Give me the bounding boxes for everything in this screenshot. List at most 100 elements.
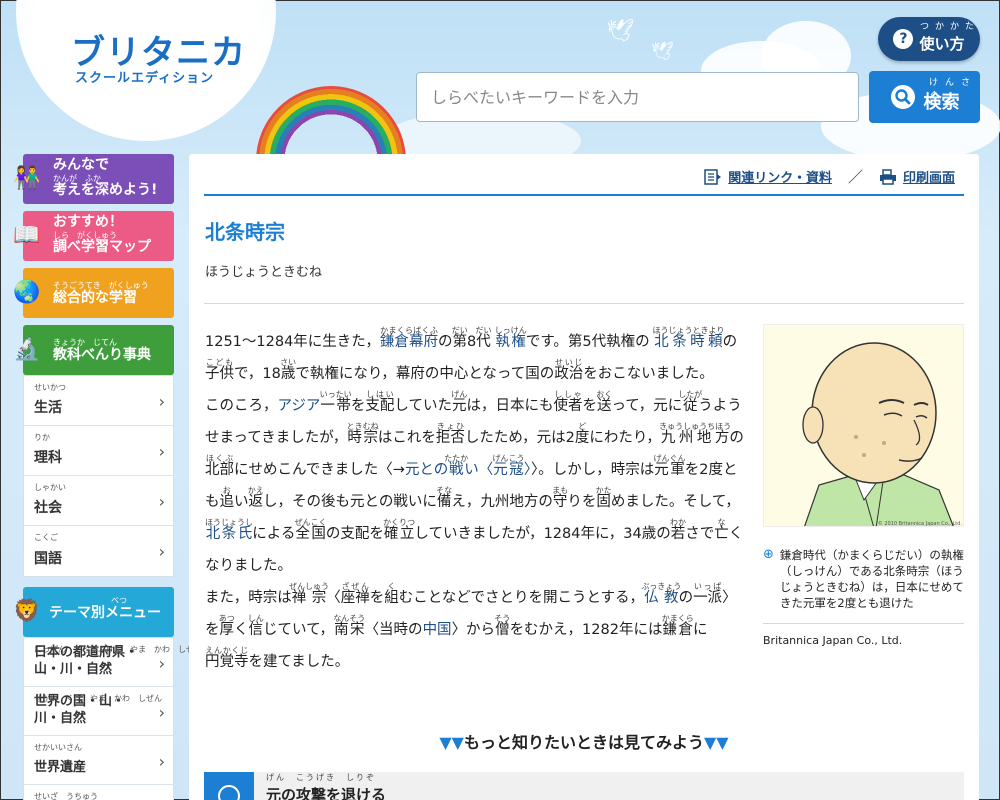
logo-subtitle[interactable]: スクールエディション bbox=[75, 67, 214, 86]
subject-ruby: せかいいさん bbox=[34, 743, 82, 752]
subject-ruby: せいざ うちゅう bbox=[34, 792, 98, 800]
link-hojo-clan[interactable]: 北条氏ほうじょうし bbox=[205, 518, 253, 542]
toolbar-separator: ／ bbox=[847, 168, 863, 186]
portrait-figure: © 2010 Britannica Japan Co., Ltd. ⊕ 鎌倉時代… bbox=[763, 324, 964, 647]
menu-line1: 総合的な学習 bbox=[53, 290, 137, 306]
bird-icon: 🕊 bbox=[651, 41, 674, 62]
sidebar-item-life[interactable]: せいかつ 生活 › bbox=[24, 376, 173, 426]
document-icon bbox=[704, 168, 722, 185]
link-buddhism[interactable]: 仏教ぶっきょう bbox=[641, 582, 681, 606]
subject-list: せいかつ 生活 › りか 理科 › しゃかい 社会 › こくご 国語 › bbox=[23, 375, 174, 577]
article-toolbar: 関連リンク・資料 ／ 印刷画面 bbox=[704, 166, 955, 187]
subject-ruby: りか bbox=[34, 433, 50, 442]
sidebar-button-subject-dictionary[interactable]: 🔬 きょうか じてん 教科べんり事典 bbox=[13, 325, 174, 375]
link-hojo-tokiyori[interactable]: 北条時頼ほうじょうときより bbox=[653, 326, 725, 350]
page-title: 北条時宗 bbox=[205, 220, 285, 244]
globe-icon: 🌏 bbox=[13, 280, 41, 305]
subject-label: 世界遺産 bbox=[34, 760, 87, 775]
chevron-right-icon: › bbox=[158, 492, 165, 511]
chevron-right-icon: › bbox=[158, 442, 165, 461]
subject-label: 生活 bbox=[34, 400, 62, 416]
link-mongol-invasions[interactable]: 元との戦たたかい〈元寇げんこう〉 bbox=[405, 454, 531, 478]
sidebar-item-world-heritage[interactable]: せかいいさん 世界遺産 › bbox=[24, 736, 173, 785]
book-icon: 📖 bbox=[13, 223, 41, 248]
paragraph: 1251～1284年に生きた，鎌倉幕府かまくらばくふの第だい8代だい 執権しっけ… bbox=[205, 326, 738, 382]
sidebar-item-japan-prefectures[interactable]: にっぽん とどうふけん やま かわ しぜん 日本の都道府県・山・川・自然 › bbox=[24, 638, 202, 687]
menu-line1: おすすめ！ bbox=[53, 214, 123, 230]
chevron-right-icon: › bbox=[158, 392, 165, 411]
link-kamakura-shogunate[interactable]: 鎌倉幕府かまくらばくふ bbox=[380, 326, 438, 350]
subject-ruby: せいかつ bbox=[34, 383, 66, 392]
subject-ruby: にっぽん とどうふけん やま かわ しぜん bbox=[34, 645, 202, 654]
help-ruby: つかかた bbox=[920, 22, 981, 32]
lion-icon: 🦁 bbox=[13, 599, 41, 624]
sidebar-button-research-map[interactable]: 📖 おすすめ！ しら がくしゅう 調べ学習マップ bbox=[13, 211, 174, 261]
sidebar: 👫 みんなで かんが ふか 考えを深めよう! 📖 おすすめ！ しら がくしゅう … bbox=[13, 154, 202, 800]
zoom-icon[interactable]: ⊕ bbox=[763, 547, 774, 611]
link-asia[interactable]: アジア bbox=[278, 398, 321, 414]
printer-icon bbox=[879, 168, 896, 185]
search-input[interactable] bbox=[416, 72, 859, 122]
link-china[interactable]: 中国 bbox=[423, 622, 452, 638]
help-label: 使い方 bbox=[919, 34, 965, 53]
sidebar-item-world-countries[interactable]: せかい くに やま かわ しぜん 世界の国・山・川・自然 › bbox=[24, 687, 173, 736]
print-link[interactable]: 印刷画面 bbox=[879, 167, 955, 186]
chevron-right-icon: › bbox=[158, 542, 165, 561]
link-shikken[interactable]: 執権しっけん bbox=[495, 326, 527, 350]
portrait-copyright: © 2010 Britannica Japan Co., Ltd. bbox=[878, 520, 963, 527]
header-divider bbox=[204, 194, 964, 196]
sidebar-item-society[interactable]: しゃかい 社会 › bbox=[24, 476, 173, 526]
menu-line2: 調べ学習マップ bbox=[53, 239, 151, 255]
related-links-link[interactable]: 関連リンク・資料 bbox=[704, 167, 832, 186]
related-ruby: げん こうげき しりぞ bbox=[266, 773, 376, 782]
sidebar-item-japanese[interactable]: こくご 国語 › bbox=[24, 526, 173, 576]
sidebar-item-constellations[interactable]: せいざ うちゅう bbox=[24, 785, 173, 800]
question-icon: ? bbox=[893, 29, 914, 49]
sidebar-button-general-study[interactable]: 🌏 そうごうてき がくしゅう 総合的な学習 bbox=[13, 268, 174, 318]
search-button[interactable]: けんさく 検索 bbox=[869, 71, 980, 123]
menu-line1: テーマ別メニュー bbox=[49, 605, 161, 621]
menu-line1: 教科べんり事典 bbox=[53, 347, 151, 363]
help-button[interactable]: つかかた ? 使い方 bbox=[878, 17, 980, 61]
chevron-right-icon: › bbox=[158, 654, 165, 673]
subject-ruby: しゃかい bbox=[34, 483, 66, 492]
menu-line1: みんなで bbox=[53, 157, 109, 173]
subject-label: 国語 bbox=[34, 551, 62, 567]
subject-ruby: こくご bbox=[34, 533, 58, 542]
title-divider bbox=[204, 303, 964, 304]
people-icon: 👫 bbox=[13, 166, 41, 191]
question-box bbox=[204, 772, 254, 800]
related-item[interactable]: げん こうげき しりぞ 元の攻撃を退ける bbox=[204, 772, 964, 800]
sidebar-button-theme-menu[interactable]: 🦁 べつ テーマ別メニュー bbox=[13, 587, 174, 637]
chevron-right-icon: › bbox=[158, 752, 165, 771]
hojo-tokimune-portrait: © 2010 Britannica Japan Co., Ltd. bbox=[764, 325, 963, 527]
related-item-label: 元の攻撃を退ける bbox=[266, 786, 387, 800]
sidebar-button-discuss[interactable]: 👫 みんなで かんが ふか 考えを深めよう! bbox=[13, 154, 174, 204]
related-links-label: 関連リンク・資料 bbox=[728, 171, 832, 186]
subject-label: 社会 bbox=[34, 500, 62, 516]
search-label: 検索 bbox=[923, 92, 960, 113]
article-panel: 関連リンク・資料 ／ 印刷画面 北条時宗 ほうじょうときむね 1251～1284… bbox=[189, 154, 979, 800]
figure-caption-text: 鎌倉時代（かまくらじだい）の執権（しっけん）である北条時宗（ほうじょうときむね）… bbox=[779, 548, 964, 610]
subject-ruby: せかい くに やま かわ しぜん bbox=[34, 694, 162, 703]
figure-caption: ⊕ 鎌倉時代（かまくらじだい）の執権（しっけん）である北条時宗（ほうじょうときむ… bbox=[763, 547, 964, 611]
article-body: 1251～1284年に生きた，鎌倉幕府かまくらばくふの第だい8代だい 執権しっけ… bbox=[205, 326, 750, 678]
print-label: 印刷画面 bbox=[902, 171, 955, 186]
subject-label: 理科 bbox=[34, 450, 62, 466]
circle-icon bbox=[218, 785, 240, 800]
bird-icon: 🕊 bbox=[606, 19, 634, 44]
triangle-down-icon: ▼▼ bbox=[704, 733, 729, 752]
figure-credit: Britannica Japan Co., Ltd. bbox=[763, 634, 903, 647]
portrait-image[interactable]: © 2010 Britannica Japan Co., Ltd. bbox=[763, 324, 964, 527]
sidebar-item-science[interactable]: りか 理科 › bbox=[24, 426, 173, 476]
title-reading: ほうじょうときむね bbox=[205, 265, 323, 280]
paragraph: また，時宗は禅宗ぜんしゅう〈座禅ざぜんを組くむことなどでさとりを開こうとする，仏… bbox=[205, 582, 737, 670]
paragraph: このころ，アジア一帯いったいを支配しはいしていた元げんは，日本にも使者ししゃを送… bbox=[205, 390, 744, 574]
more-info-label: もっと知りたいときは見てみよう bbox=[463, 733, 704, 752]
chevron-right-icon: › bbox=[158, 703, 165, 722]
theme-list: にっぽん とどうふけん やま かわ しぜん 日本の都道府県・山・川・自然 › せ… bbox=[23, 637, 202, 800]
caption-divider bbox=[763, 623, 964, 624]
more-info-heading: ▼▼もっと知りたいときは見てみよう▼▼ bbox=[189, 729, 979, 753]
triangle-down-icon: ▼▼ bbox=[439, 733, 464, 752]
menu-line2: 考えを深めよう! bbox=[53, 182, 158, 198]
